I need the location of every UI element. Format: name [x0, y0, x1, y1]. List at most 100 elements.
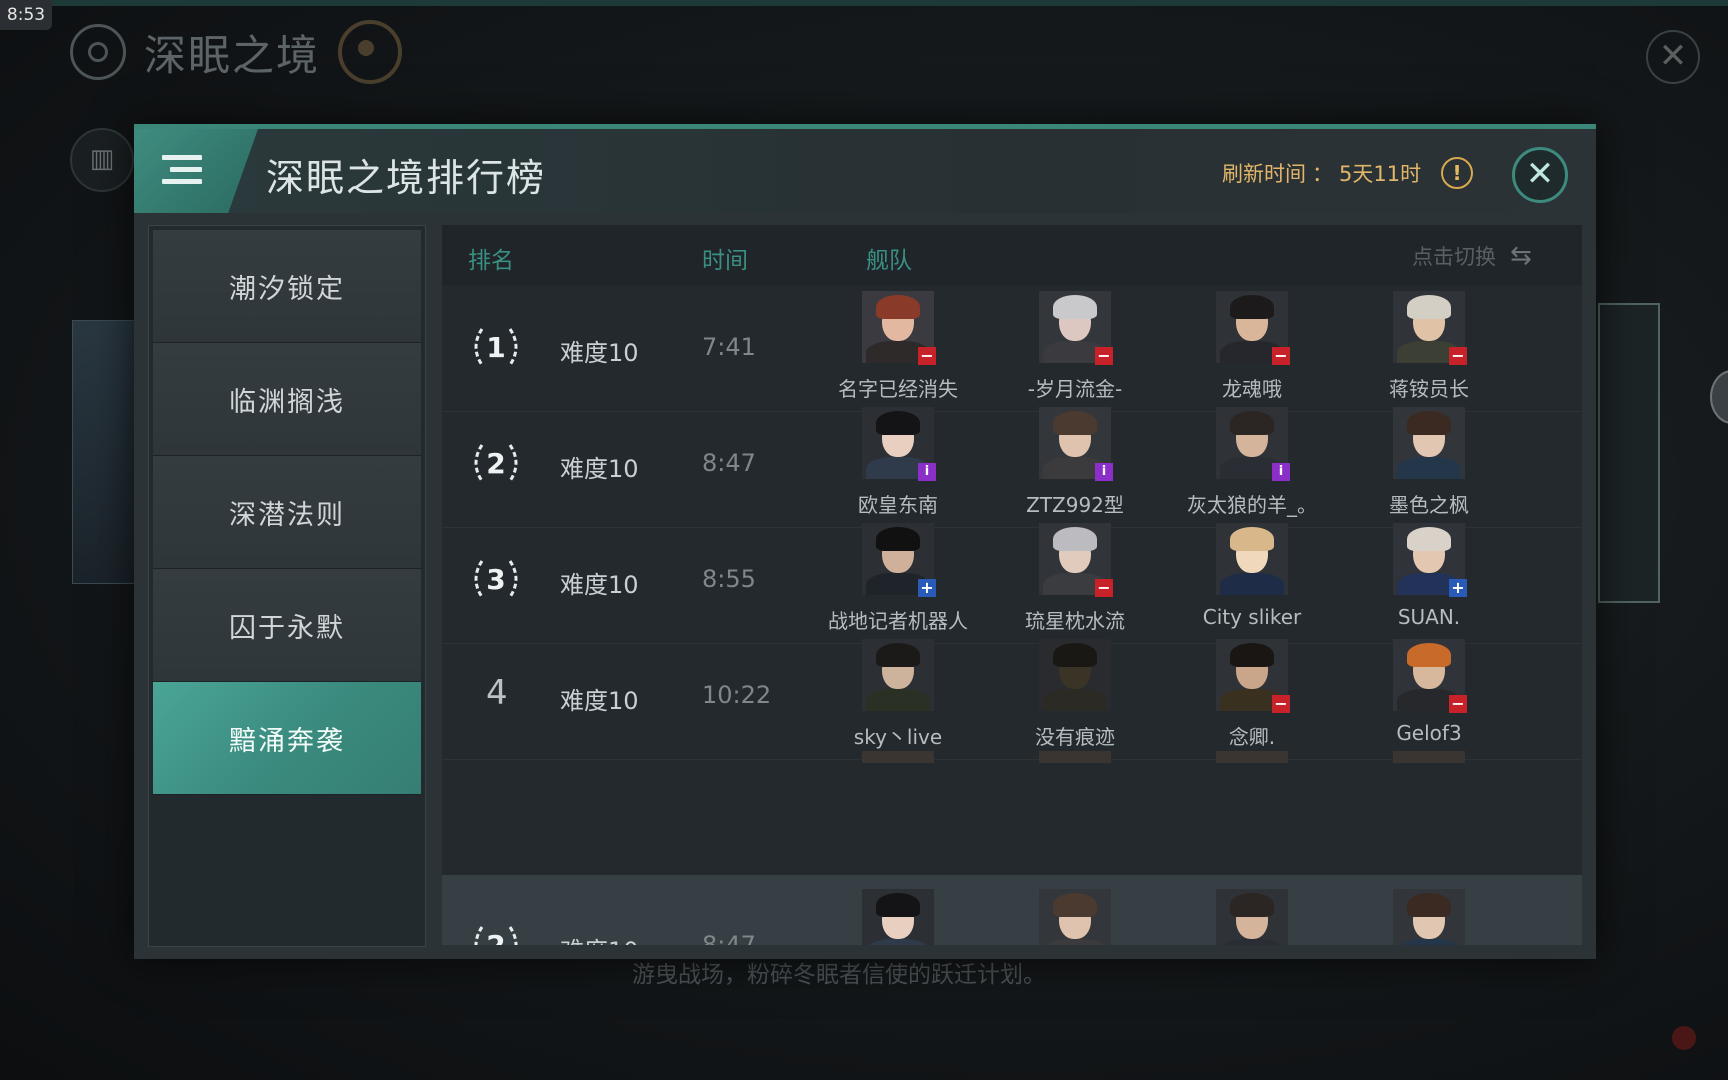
avatar[interactable]: [1039, 639, 1111, 711]
info-role-icon: i: [918, 463, 936, 481]
background-description: 游曳战场，粉碎冬眠者信使的跃迁计划。: [632, 962, 1046, 988]
fleet-member[interactable]: + 战地记者机器人: [806, 523, 990, 643]
clear-time: 8:47: [702, 449, 756, 477]
fleet-member[interactable]: 没有痕迹: [983, 639, 1167, 759]
difficulty-label: 难度10: [560, 339, 639, 367]
avatar[interactable]: [1216, 523, 1288, 595]
menu-button[interactable]: [134, 129, 258, 213]
member-name: 名字已经消失: [838, 377, 958, 401]
info-role-icon: i: [1272, 463, 1290, 481]
rank-laurel-badge: 2: [466, 439, 526, 487]
clear-time: 8:55: [702, 565, 756, 593]
difficulty-label: 难度10: [560, 571, 639, 599]
refresh-info: 刷新时间： 5天11时 !: [1222, 157, 1474, 189]
fleet-member[interactable]: City sliker: [1160, 523, 1344, 643]
refresh-value: 5天11时: [1339, 162, 1422, 186]
rank-laurel-badge: 1: [466, 323, 526, 371]
fleet-member[interactable]: i ZTZ992型: [983, 407, 1167, 527]
status-clock: 8:53: [0, 0, 52, 30]
avatar[interactable]: [1039, 889, 1111, 945]
fleet-member[interactable]: i 欧皇东南: [806, 407, 990, 527]
table-header: 排名 时间 舰队 点击切换 ⇆: [442, 225, 1582, 285]
avatar[interactable]: [1216, 889, 1288, 945]
switch-button[interactable]: 点击切换 ⇆: [1412, 241, 1532, 271]
member-name: sky丶live: [853, 725, 943, 749]
member-name: 灰太狼的羊_。: [1187, 493, 1317, 517]
location-icon: [70, 24, 126, 80]
difficulty-label: 难度10: [560, 687, 639, 715]
fleet-member[interactable]: i灰太狼的羊_。: [1160, 889, 1344, 945]
avatar[interactable]: [1393, 889, 1465, 945]
fleet-member[interactable]: − 念卿.: [1160, 639, 1344, 759]
rank-laurel-badge: 2: [466, 921, 526, 945]
switch-label: 点击切换: [1412, 245, 1496, 269]
fleet-member[interactable]: 墨色之枫: [1337, 889, 1521, 945]
record-indicator-icon: [1672, 1026, 1696, 1050]
fleet-member[interactable]: − 名字已经消失: [806, 291, 990, 411]
sidebar-item-dark-surge[interactable]: 黯涌奔袭: [153, 682, 421, 795]
sidebar-item-eternal-silence[interactable]: 囚于永默: [153, 569, 421, 682]
fleet-member[interactable]: − 龙魂哦: [1160, 291, 1344, 411]
my-rank-row[interactable]: 2 难度10 8:47 i欧皇东南iZTZ992型i灰太狼的羊_。墨色之枫: [442, 875, 1582, 945]
member-name: 战地记者机器人: [828, 609, 968, 633]
fleet-member[interactable]: − 蒋铵员长: [1337, 291, 1521, 411]
avatar[interactable]: [862, 889, 934, 945]
fleet-member[interactable]: − Gelof3: [1337, 639, 1521, 759]
leaderboard-panel: 深眠之境排行榜 刷新时间： 5天11时 ! ✕ 潮汐锁定 临渊搁浅 深潜法则 囚…: [134, 124, 1596, 959]
info-role-icon: i: [1095, 463, 1113, 481]
avatar[interactable]: [1393, 407, 1465, 479]
ranking-table: 排名 时间 舰队 点击切换 ⇆ 1 难度10 7:41− 名字已经消失 − -岁月流金- −…: [442, 225, 1582, 945]
avatar[interactable]: [862, 639, 934, 711]
table-row[interactable]: 1 难度10 7:41 − 名字已经消失 − -岁月流金- − 龙魂哦 − 蒋铵员长: [442, 285, 1582, 412]
next-row-avatar-peek: [862, 751, 934, 763]
header-time: 时间: [702, 248, 748, 274]
sidebar-item-deep-dive-rule[interactable]: 深潜法则: [153, 456, 421, 569]
background-card-right: [1598, 303, 1660, 603]
member-name: ZTZ992型: [1026, 493, 1124, 517]
rank-number: 3: [486, 562, 506, 596]
fleet-member[interactable]: sky丶live: [806, 639, 990, 759]
fleet-member[interactable]: i欧皇东南: [806, 889, 990, 945]
close-button[interactable]: ✕: [1512, 147, 1568, 203]
difficulty-label: 难度10: [560, 931, 639, 945]
fleet-member[interactable]: − 琉星枕水流: [983, 523, 1167, 643]
plus-role-icon: +: [1449, 579, 1467, 597]
swap-arrows-icon: ⇆: [1510, 241, 1532, 271]
fleet-member[interactable]: − -岁月流金-: [983, 291, 1167, 411]
header-fleet: 舰队: [866, 248, 912, 274]
member-name: 没有痕迹: [1035, 725, 1115, 749]
background-close-icon: ✕: [1646, 30, 1700, 84]
emblem-icon: [338, 20, 403, 84]
sidebar-item-abyss-stranded[interactable]: 临渊搁浅: [153, 343, 421, 456]
warning-icon[interactable]: !: [1441, 157, 1474, 189]
member-name: -岁月流金-: [1027, 377, 1123, 401]
member-name: 念卿.: [1228, 725, 1276, 749]
next-row-avatar-peek: [1393, 751, 1465, 763]
fleet-member[interactable]: i 灰太狼的羊_。: [1160, 407, 1344, 527]
member-name: 欧皇东南: [858, 493, 938, 517]
minus-role-icon: −: [1449, 695, 1467, 713]
minus-role-icon: −: [1095, 347, 1113, 365]
next-row-avatar-peek: [1039, 751, 1111, 763]
table-row[interactable]: 3 难度10 8:55 + 战地记者机器人 − 琉星枕水流 City sliker + SUAN.: [442, 517, 1582, 644]
fleet-member[interactable]: iZTZ992型: [983, 889, 1167, 945]
member-name: 墨色之枫: [1389, 493, 1469, 517]
minus-role-icon: −: [1272, 695, 1290, 713]
leaderboard-chart-icon: ▥: [70, 128, 134, 192]
sidebar-item-tidal-lock[interactable]: 潮汐锁定: [153, 230, 421, 343]
table-row[interactable]: 2 难度10 8:47 i 欧皇东南 i ZTZ992型 i 灰太狼的羊_。 墨色之枫: [442, 401, 1582, 528]
minus-role-icon: −: [1449, 347, 1467, 365]
rank-number: 2: [486, 446, 506, 480]
clear-time: 8:47: [702, 931, 756, 945]
rank-number: 1: [486, 330, 506, 364]
plus-role-icon: +: [918, 579, 936, 597]
fleet-member[interactable]: 墨色之枫: [1337, 407, 1521, 527]
clear-time: 7:41: [702, 333, 756, 361]
minus-role-icon: −: [1095, 579, 1113, 597]
next-row-avatar-peek: [1216, 751, 1288, 763]
header-rank: 排名: [468, 248, 514, 274]
table-row[interactable]: 4 难度10 10:22 sky丶live 没有痕迹 − 念卿. − Gelof3: [442, 633, 1582, 760]
fleet-member[interactable]: + SUAN.: [1337, 523, 1521, 643]
member-name: Gelof3: [1396, 721, 1462, 745]
minus-role-icon: −: [918, 347, 936, 365]
